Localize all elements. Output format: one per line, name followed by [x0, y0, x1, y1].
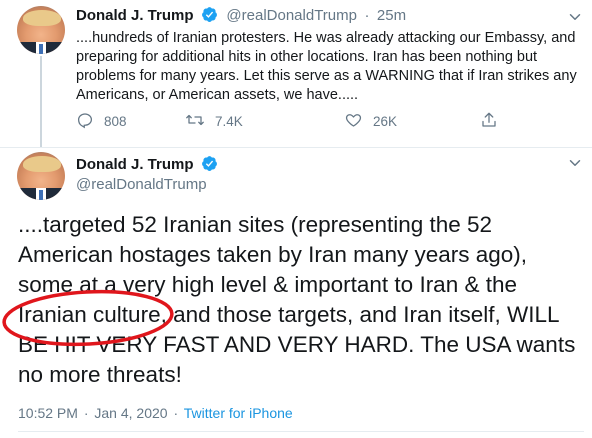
tweet-date[interactable]: Jan 4, 2020: [94, 405, 167, 421]
tweet-divider: [0, 147, 592, 148]
author-name[interactable]: Donald J. Trump: [76, 7, 194, 24]
retweet-icon: [185, 111, 215, 132]
share-button[interactable]: [480, 110, 508, 132]
verified-icon: [201, 155, 218, 177]
separator-dot: ·: [83, 405, 89, 421]
chevron-down-icon[interactable]: [566, 154, 584, 172]
author-handle[interactable]: @realDonaldTrump: [226, 7, 357, 24]
share-icon: [480, 111, 508, 132]
avatar[interactable]: [17, 6, 65, 54]
author-handle[interactable]: @realDonaldTrump: [76, 176, 207, 193]
like-count: 26K: [373, 113, 398, 129]
retweet-count: 7.4K: [215, 113, 243, 129]
tweet-text: ....targeted 52 Iranian sites (represent…: [18, 212, 576, 387]
reply-count: 808: [104, 113, 127, 129]
chevron-down-icon[interactable]: [566, 8, 584, 26]
tweet-text: ....hundreds of Iranian protesters. He w…: [76, 30, 577, 103]
author-name[interactable]: Donald J. Trump: [76, 156, 194, 173]
tweet-source-link[interactable]: Twitter for iPhone: [184, 405, 293, 421]
retweet-button[interactable]: 7.4K: [185, 110, 243, 132]
verified-icon: [201, 6, 218, 28]
like-icon: [344, 111, 373, 132]
thread-connector: [40, 56, 42, 148]
tweet-actions: 808 7.4K 26K: [76, 110, 576, 132]
reply-button[interactable]: 808: [76, 110, 127, 132]
separator-dot: ·: [173, 405, 179, 421]
separator-dot: ·: [364, 7, 370, 24]
tweet-meta: 10:52 PM · Jan 4, 2020 · Twitter for iPh…: [18, 405, 293, 421]
like-button[interactable]: 26K: [344, 110, 397, 132]
reply-icon: [76, 111, 104, 132]
tweet-timestamp[interactable]: 25m: [377, 7, 406, 24]
avatar[interactable]: [17, 152, 65, 200]
footer-divider: [18, 431, 584, 432]
tweet-time[interactable]: 10:52 PM: [18, 405, 78, 421]
